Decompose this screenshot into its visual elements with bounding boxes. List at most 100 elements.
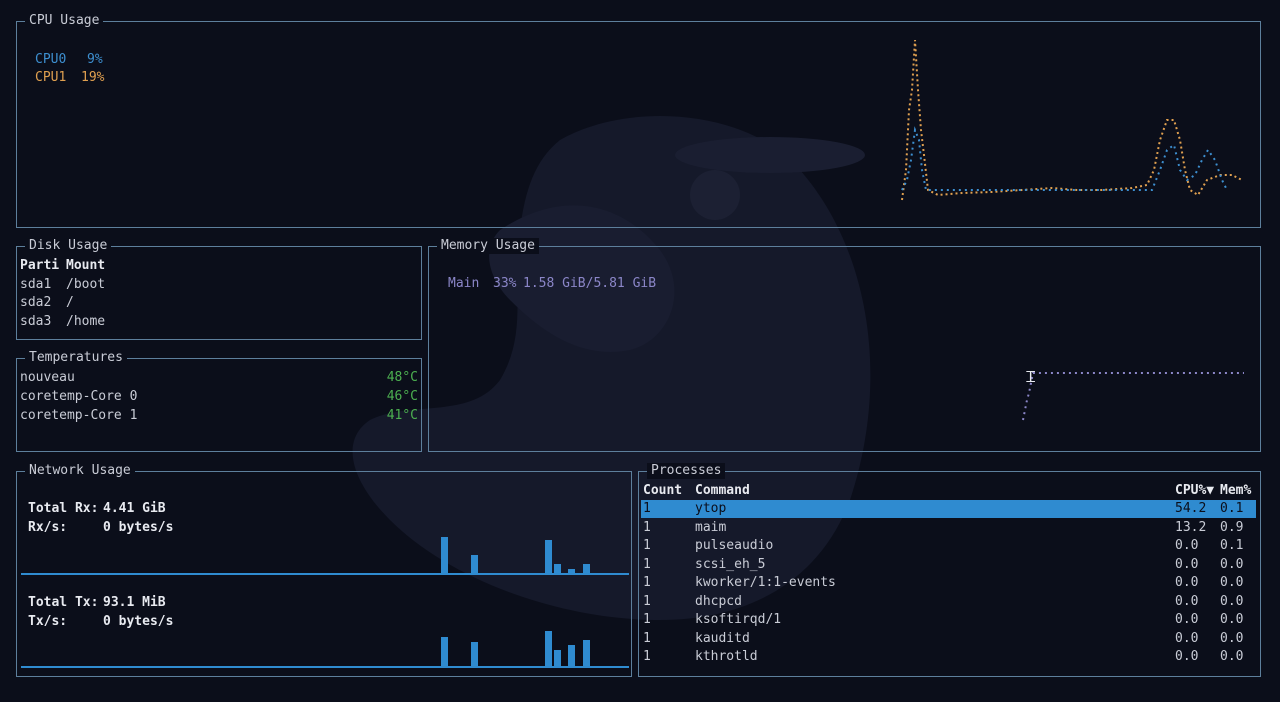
disk-row-partition: sda3 <box>20 314 52 329</box>
process-mem: 0.0 <box>1220 575 1244 590</box>
process-mem: 0.9 <box>1220 520 1244 535</box>
process-cpu: 0.0 <box>1175 612 1199 627</box>
tx-bar <box>441 637 448 667</box>
temp-sensor-name: coretemp-Core 1 <box>20 408 138 423</box>
column-header-command[interactable]: Command <box>695 483 750 499</box>
process-count: 1 <box>643 631 651 646</box>
tx-total-value: 93.1 MiB <box>103 595 166 610</box>
temp-sensor-name: coretemp-Core 0 <box>20 389 138 404</box>
processes-title: Processes <box>647 463 726 479</box>
column-header-mem[interactable]: Mem% <box>1220 483 1251 499</box>
memory-main-percent: 33% <box>493 276 517 291</box>
cpu0-line <box>901 126 1228 191</box>
process-row[interactable]: 1 ksoftirqd/1 0.0 0.0 <box>641 611 1256 629</box>
memory-usage-title: Memory Usage <box>437 238 539 254</box>
process-count: 1 <box>643 612 651 627</box>
network-usage-panel: Network Usage Total Rx: 4.41 GiB Rx/s: 0… <box>16 463 632 677</box>
tx-bar <box>554 650 561 667</box>
process-command: ytop <box>695 501 727 516</box>
memory-main-label: Main <box>448 276 480 291</box>
disk-row-partition: sda1 <box>20 277 52 292</box>
process-cpu: 0.0 <box>1175 631 1199 646</box>
column-header-count[interactable]: Count <box>643 483 682 499</box>
memory-main-value: 1.58 GiB/5.81 GiB <box>523 276 657 291</box>
process-count: 1 <box>643 501 651 516</box>
disk-row-mount: /home <box>66 314 106 329</box>
rx-bar <box>554 564 561 574</box>
cpu-usage-panel: CPU Usage CPU0 9% CPU1 19% <box>16 13 1261 228</box>
temp-sensor-value: 46°C <box>386 389 418 404</box>
process-row[interactable]: 1 ytop 54.2 0.1 <box>641 500 1256 518</box>
process-command: kthrotld <box>695 649 758 664</box>
process-command: dhcpcd <box>695 594 742 609</box>
process-cpu: 0.0 <box>1175 649 1199 664</box>
temp-sensor-value: 48°C <box>386 370 418 385</box>
cpu0-value: 9% <box>87 52 103 67</box>
rx-bar <box>545 540 552 574</box>
process-cpu: 0.0 <box>1175 594 1199 609</box>
tx-bar <box>583 640 590 667</box>
process-cpu: 0.0 <box>1175 575 1199 590</box>
rx-bar <box>441 537 448 574</box>
tx-bar <box>545 631 552 667</box>
rx-bar <box>471 555 478 574</box>
cpu1-value: 19% <box>81 70 105 85</box>
rx-total-value: 4.41 GiB <box>103 501 166 516</box>
process-row[interactable]: 1 pulseaudio 0.0 0.1 <box>641 537 1256 555</box>
process-row[interactable]: 1 kthrotld 0.0 0.0 <box>641 648 1256 666</box>
temperatures-panel: Temperatures nouveau 48°C coretemp-Core … <box>16 350 422 452</box>
temperatures-title: Temperatures <box>25 350 127 366</box>
process-count: 1 <box>643 649 651 664</box>
process-mem: 0.0 <box>1220 557 1244 572</box>
process-cpu: 54.2 <box>1175 501 1207 516</box>
process-count: 1 <box>643 575 651 590</box>
process-mem: 0.0 <box>1220 649 1244 664</box>
process-row[interactable]: 1 dhcpcd 0.0 0.0 <box>641 593 1256 611</box>
temp-sensor-name: nouveau <box>20 370 75 385</box>
tx-total-label: Total Tx: <box>28 595 99 610</box>
process-command: kworker/1:1-events <box>695 575 836 590</box>
process-count: 1 <box>643 594 651 609</box>
tx-bar <box>568 645 575 667</box>
tx-bar <box>471 642 478 667</box>
rx-bar <box>583 564 590 574</box>
process-count: 1 <box>643 520 651 535</box>
memory-usage-graph <box>1022 372 1244 421</box>
process-mem: 0.0 <box>1220 612 1244 627</box>
process-cpu: 13.2 <box>1175 520 1207 535</box>
process-mem: 0.1 <box>1220 538 1244 553</box>
disk-header-mount: Mount <box>66 258 106 273</box>
process-mem: 0.0 <box>1220 594 1244 609</box>
memory-main-line <box>1022 372 1244 421</box>
process-command: kauditd <box>695 631 750 646</box>
rx-total-label: Total Rx: <box>28 501 99 516</box>
process-row[interactable]: 1 kauditd 0.0 0.0 <box>641 630 1256 648</box>
text-cursor-icon: Ꮖ <box>1026 368 1036 386</box>
cpu1-label: CPU1 <box>35 70 67 85</box>
process-count: 1 <box>643 557 651 572</box>
process-row[interactable]: 1 scsi_eh_5 0.0 0.0 <box>641 556 1256 574</box>
process-command: maim <box>695 520 727 535</box>
process-command: ksoftirqd/1 <box>695 612 782 627</box>
rx-sparkline <box>21 537 629 575</box>
disk-usage-panel: Disk Usage Parti Mount sda1 /boot sda2 /… <box>16 238 422 340</box>
process-mem: 0.0 <box>1220 631 1244 646</box>
process-cpu: 0.0 <box>1175 538 1199 553</box>
disk-usage-title: Disk Usage <box>25 238 112 254</box>
process-command: pulseaudio <box>695 538 774 553</box>
process-cpu: 0.0 <box>1175 557 1199 572</box>
cpu0-label: CPU0 <box>35 52 67 67</box>
column-header-cpu[interactable]: CPU%▼ <box>1175 483 1214 499</box>
disk-row-partition: sda2 <box>20 295 52 310</box>
tx-sparkline <box>21 631 629 668</box>
cpu-usage-graph <box>901 39 1243 201</box>
cpu-usage-title: CPU Usage <box>25 13 104 29</box>
network-usage-title: Network Usage <box>25 463 135 479</box>
process-row[interactable]: 1 maim 13.2 0.9 <box>641 519 1256 537</box>
processes-panel: Processes Count Command CPU%▼ Mem% 1 yto… <box>638 463 1261 677</box>
temp-sensor-value: 41°C <box>386 408 418 423</box>
disk-header-partition: Parti <box>20 258 60 273</box>
process-count: 1 <box>643 538 651 553</box>
process-command: scsi_eh_5 <box>695 557 766 572</box>
process-row[interactable]: 1 kworker/1:1-events 0.0 0.0 <box>641 574 1256 592</box>
